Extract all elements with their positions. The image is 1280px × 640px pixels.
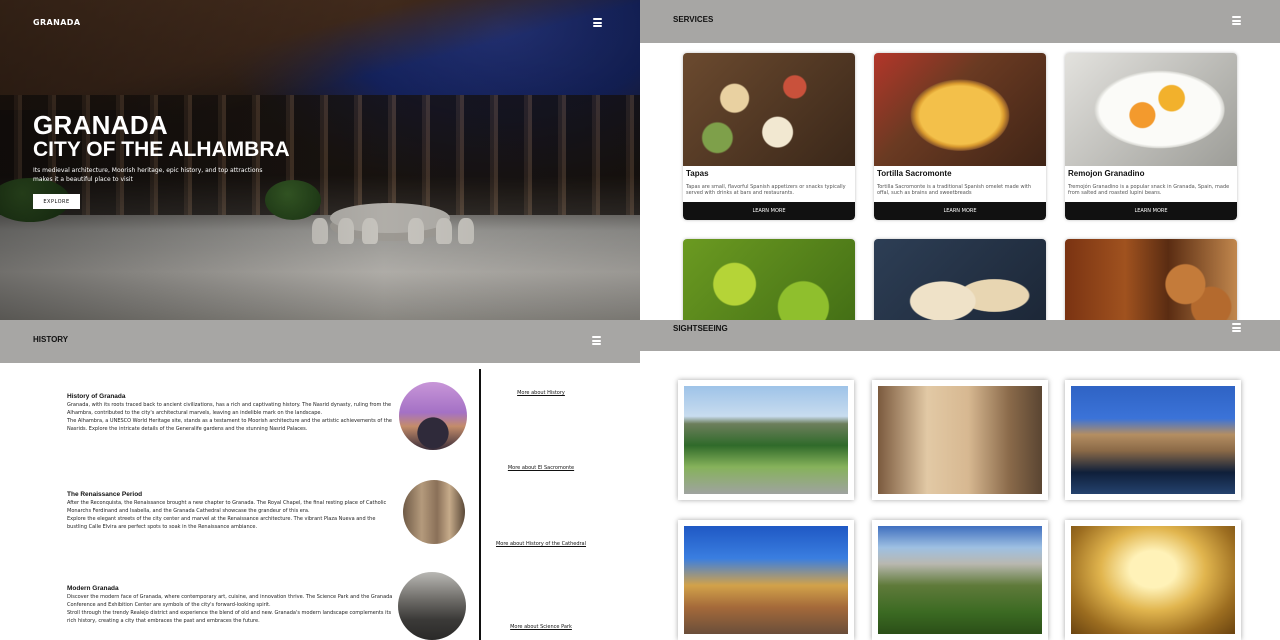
food-image — [874, 239, 1046, 320]
history-body: Discover the modern face of Granada, whe… — [67, 594, 393, 624]
learn-more-button[interactable]: LEARN MORE — [683, 202, 855, 220]
science-park-image — [398, 572, 466, 640]
sight-photo[interactable] — [678, 380, 854, 500]
learn-more-button[interactable]: LEARN MORE — [874, 202, 1046, 220]
card-title: Tortilla Sacromonte — [877, 169, 952, 178]
history-heading: Modern Granada — [67, 585, 119, 592]
brand-logo[interactable]: GRANADA — [33, 18, 80, 27]
history-heading: The Renaissance Period — [67, 491, 143, 498]
hero-title: GRANADA CITY OF THE ALHAMBRA — [33, 110, 290, 161]
menu-icon[interactable] — [1232, 323, 1241, 332]
cathedral-image — [403, 480, 465, 544]
hero-subtitle: Its medieval architecture, Moorish herit… — [33, 167, 263, 183]
history-header: HISTORY — [0, 320, 640, 363]
tortilla-image — [874, 53, 1046, 166]
history-item: History of Granada Granada, with its roo… — [67, 393, 397, 433]
explore-button[interactable]: EXPLORE — [33, 194, 80, 209]
more-about-science-park-link[interactable]: More about Science Park — [491, 624, 591, 631]
section-title: HISTORY — [33, 335, 69, 344]
history-item: The Renaissance Period After the Reconqu… — [67, 491, 397, 531]
sight-photo[interactable] — [872, 520, 1048, 640]
divider — [479, 369, 481, 640]
service-card-tortilla: Tortilla Sacromonte Tortilla Sacromonte … — [874, 53, 1046, 220]
card-description: Tortilla Sacromonte is a traditional Spa… — [877, 184, 1032, 196]
service-card-tapas: Tapas Tapas are small, flavorful Spanish… — [683, 53, 855, 220]
alhambra-night-image — [399, 382, 467, 450]
service-card-remojon: Remojon Granadino Tremojón Granadino is … — [1065, 53, 1237, 220]
food-image — [1065, 239, 1237, 320]
history-item: Modern Granada Discover the modern face … — [67, 585, 397, 625]
services-section: SERVICES Tapas Tapas are small, flavorfu… — [640, 0, 1280, 320]
tapas-image — [683, 53, 855, 166]
more-about-cathedral-link[interactable]: More about History of the Cathedral — [491, 541, 591, 548]
history-body: After the Reconquista, the Renaissance b… — [67, 500, 387, 530]
sight-photo[interactable] — [872, 380, 1048, 500]
services-header: SERVICES — [640, 0, 1280, 43]
service-card — [1065, 239, 1237, 320]
history-body: Granada, with its roots traced back to a… — [67, 402, 392, 432]
remojon-image — [1065, 53, 1237, 166]
card-description: Tremojón Granadino is a popular snack in… — [1068, 184, 1230, 196]
section-title: SIGHTSEEING — [673, 324, 728, 333]
history-section: HISTORY History of Granada Granada, with… — [0, 320, 640, 640]
sightseeing-section: SIGHTSEEING — [640, 320, 1280, 640]
card-title: Tapas — [686, 169, 709, 178]
food-image — [683, 239, 855, 320]
card-description: Tapas are small, flavorful Spanish appet… — [686, 184, 846, 196]
sightseeing-header: SIGHTSEEING — [640, 320, 1280, 351]
history-heading: History of Granada — [67, 393, 126, 400]
menu-icon[interactable] — [592, 336, 601, 345]
more-about-history-link[interactable]: More about History — [491, 390, 591, 397]
plaza-carriage-image — [684, 526, 848, 634]
albaicin-street-image — [878, 386, 1042, 494]
learn-more-button[interactable]: LEARN MORE — [1065, 202, 1237, 220]
sight-photo[interactable] — [678, 520, 854, 640]
sight-photo[interactable] — [1065, 520, 1241, 640]
alhambra-panorama-image — [878, 526, 1042, 634]
generalife-gardens-image — [684, 386, 848, 494]
section-title: SERVICES — [673, 15, 714, 24]
card-title: Remojon Granadino — [1068, 169, 1145, 178]
hero-section: GRANADA GRANADA CITY OF THE ALHAMBRA Its… — [0, 0, 640, 320]
more-about-sacromonte-link[interactable]: More about El Sacromonte — [491, 465, 591, 472]
court-of-myrtles-image — [1071, 386, 1235, 494]
service-card — [874, 239, 1046, 320]
cathedral-interior-image — [1071, 526, 1235, 634]
sight-photo[interactable] — [1065, 380, 1241, 500]
menu-icon[interactable] — [1232, 16, 1241, 25]
service-card — [683, 239, 855, 320]
menu-icon[interactable] — [593, 18, 602, 27]
